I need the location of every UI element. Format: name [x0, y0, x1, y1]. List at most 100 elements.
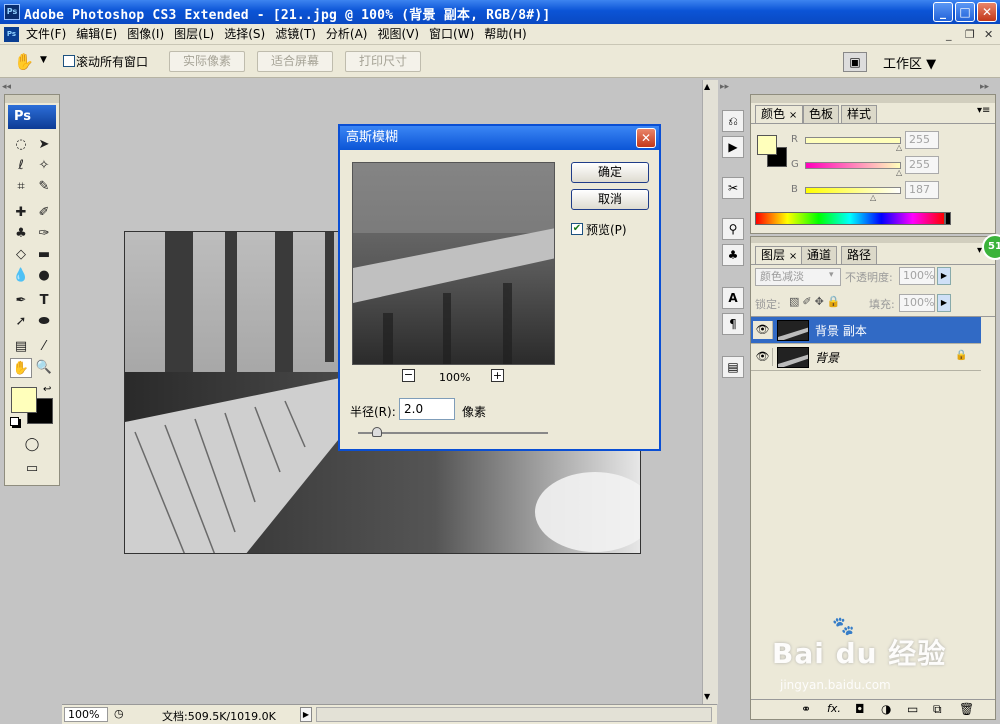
- doc-icon[interactable]: Ps: [4, 27, 19, 42]
- status-menu-arrow[interactable]: ▶: [300, 707, 312, 722]
- zoom-field[interactable]: 100%: [64, 707, 108, 722]
- doc-restore-button[interactable]: ❐: [965, 28, 975, 41]
- zoom-out-button[interactable]: −: [402, 369, 415, 382]
- radius-slider-thumb[interactable]: [372, 427, 382, 437]
- move-tool-icon[interactable]: ➤: [33, 135, 55, 155]
- opacity-arrow-icon[interactable]: ▶: [937, 267, 951, 285]
- eyedropper-tool-icon[interactable]: ⁄: [33, 337, 55, 357]
- tab-color[interactable]: 颜色 ×: [755, 105, 804, 123]
- r-slider[interactable]: [805, 137, 901, 144]
- menu-select[interactable]: 选择(S): [222, 24, 273, 45]
- visibility-eye-icon[interactable]: 👁: [753, 321, 773, 339]
- stamp-tool-icon[interactable]: ♣: [10, 224, 32, 244]
- info-panel-icon[interactable]: ▤: [722, 356, 744, 378]
- default-colors-icon[interactable]: [10, 417, 19, 426]
- scroll-up-icon[interactable]: ▲: [704, 82, 710, 91]
- visibility-eye-icon[interactable]: 👁: [753, 348, 773, 366]
- panel-menu-icon[interactable]: ▾≡: [977, 105, 990, 116]
- g-slider[interactable]: [805, 162, 901, 169]
- layer-row-bg-copy[interactable]: 👁 背景 副本: [751, 317, 981, 344]
- foreground-color-swatch[interactable]: [11, 387, 37, 413]
- g-slider-thumb[interactable]: △: [896, 168, 902, 177]
- opacity-value[interactable]: 100%: [899, 267, 935, 285]
- b-slider[interactable]: [805, 187, 901, 194]
- layer-name[interactable]: 背景: [815, 349, 839, 366]
- radius-slider-track[interactable]: [358, 432, 548, 434]
- zoom-tool-icon[interactable]: 🔍: [33, 358, 55, 378]
- radius-input[interactable]: 2.0: [399, 398, 455, 420]
- gradient-tool-icon[interactable]: ▬: [33, 245, 55, 265]
- preview-window[interactable]: [352, 162, 555, 365]
- eraser-tool-icon[interactable]: ◇: [10, 245, 32, 265]
- slice-tool-icon[interactable]: ✎: [33, 177, 55, 197]
- tools-grip[interactable]: [5, 95, 59, 103]
- close-button[interactable]: ✕: [977, 2, 997, 22]
- tab-styles[interactable]: 样式: [841, 105, 878, 123]
- g-value[interactable]: 255: [905, 156, 939, 174]
- link-icon[interactable]: ⚭: [801, 702, 811, 716]
- quick-mask-icon[interactable]: ◯: [21, 435, 43, 455]
- b-value[interactable]: 187: [905, 181, 939, 199]
- menu-analysis[interactable]: 分析(A): [324, 24, 376, 45]
- color-panel-grip[interactable]: [751, 95, 995, 103]
- layer-row-bg[interactable]: 👁 背景 🔒: [751, 344, 981, 371]
- history-brush-tool-icon[interactable]: ✑: [33, 224, 55, 244]
- ps-app-icon[interactable]: Ps: [4, 4, 20, 20]
- screen-mode-icon[interactable]: ▭: [21, 459, 43, 479]
- trash-icon[interactable]: 🗑: [959, 702, 974, 716]
- brushes-panel-icon[interactable]: ⚲: [722, 218, 744, 240]
- hand-tool-preset-icon[interactable]: ✋: [14, 52, 34, 71]
- r-slider-thumb[interactable]: △: [896, 143, 902, 152]
- doc-close-button[interactable]: ✕: [984, 28, 993, 41]
- b-slider-thumb[interactable]: △: [870, 193, 876, 202]
- menu-filter[interactable]: 滤镜(T): [273, 24, 324, 45]
- hand-tool-icon[interactable]: ✋: [10, 358, 32, 378]
- scroll-down-icon[interactable]: ▼: [704, 692, 710, 701]
- fill-value[interactable]: 100%: [899, 294, 935, 312]
- tab-channels[interactable]: 通道: [801, 246, 838, 264]
- path-selection-tool-icon[interactable]: ➚: [10, 312, 32, 332]
- fill-arrow-icon[interactable]: ▶: [937, 294, 951, 312]
- menu-image[interactable]: 图像(I): [125, 24, 172, 45]
- brush-tool-icon[interactable]: ✐: [33, 203, 55, 223]
- horizontal-scrollbar[interactable]: [316, 707, 712, 722]
- character-panel-icon[interactable]: A: [722, 287, 744, 309]
- status-icon[interactable]: ◷: [114, 707, 124, 720]
- menu-layer[interactable]: 图层(L): [172, 24, 222, 45]
- swap-colors-icon[interactable]: ↩: [43, 384, 51, 395]
- blend-chevron-icon[interactable]: ▾: [829, 270, 834, 280]
- r-value[interactable]: 255: [905, 131, 939, 149]
- doc-minimize-button[interactable]: _: [946, 28, 952, 41]
- collapse-right-icon[interactable]: ▸▸: [980, 82, 989, 92]
- cancel-button[interactable]: 取消: [571, 189, 649, 210]
- magic-wand-tool-icon[interactable]: ✧: [33, 156, 55, 176]
- fit-screen-button[interactable]: 适合屏幕: [257, 51, 333, 72]
- lasso-tool-icon[interactable]: ℓ: [10, 156, 32, 176]
- preview-checkbox[interactable]: ✔: [571, 223, 583, 235]
- layers-panel-grip[interactable]: [751, 237, 995, 243]
- marquee-tool-icon[interactable]: ◌: [10, 135, 32, 155]
- spectrum-black[interactable]: [945, 212, 951, 225]
- scroll-all-checkbox[interactable]: [63, 55, 75, 67]
- actual-pixels-button[interactable]: 实际像素: [169, 51, 245, 72]
- notes-tool-icon[interactable]: ▤: [10, 337, 32, 357]
- workspace-menu[interactable]: 工作区 ▼: [883, 53, 936, 72]
- maximize-button[interactable]: □: [955, 2, 975, 22]
- menu-window[interactable]: 窗口(W): [427, 24, 482, 45]
- paragraph-panel-icon[interactable]: ¶: [722, 313, 744, 335]
- layer-name[interactable]: 背景 副本: [815, 322, 867, 339]
- group-icon[interactable]: ▭: [907, 702, 918, 716]
- ok-button[interactable]: 确定: [571, 162, 649, 183]
- tab-layers[interactable]: 图层 ×: [755, 246, 804, 264]
- pen-tool-icon[interactable]: ✒: [10, 291, 32, 311]
- zoom-in-button[interactable]: +: [491, 369, 504, 382]
- print-size-button[interactable]: 打印尺寸: [345, 51, 421, 72]
- menu-view[interactable]: 视图(V): [375, 24, 427, 45]
- dodge-tool-icon[interactable]: ●: [33, 266, 55, 286]
- menu-file[interactable]: 文件(F): [24, 24, 74, 45]
- adjustment-icon[interactable]: ◑: [881, 702, 891, 716]
- healing-tool-icon[interactable]: ✚: [10, 203, 32, 223]
- actions-panel-icon[interactable]: ▶: [722, 136, 744, 158]
- mask-icon[interactable]: ◘: [855, 702, 865, 716]
- new-layer-icon[interactable]: ⧉: [933, 702, 942, 717]
